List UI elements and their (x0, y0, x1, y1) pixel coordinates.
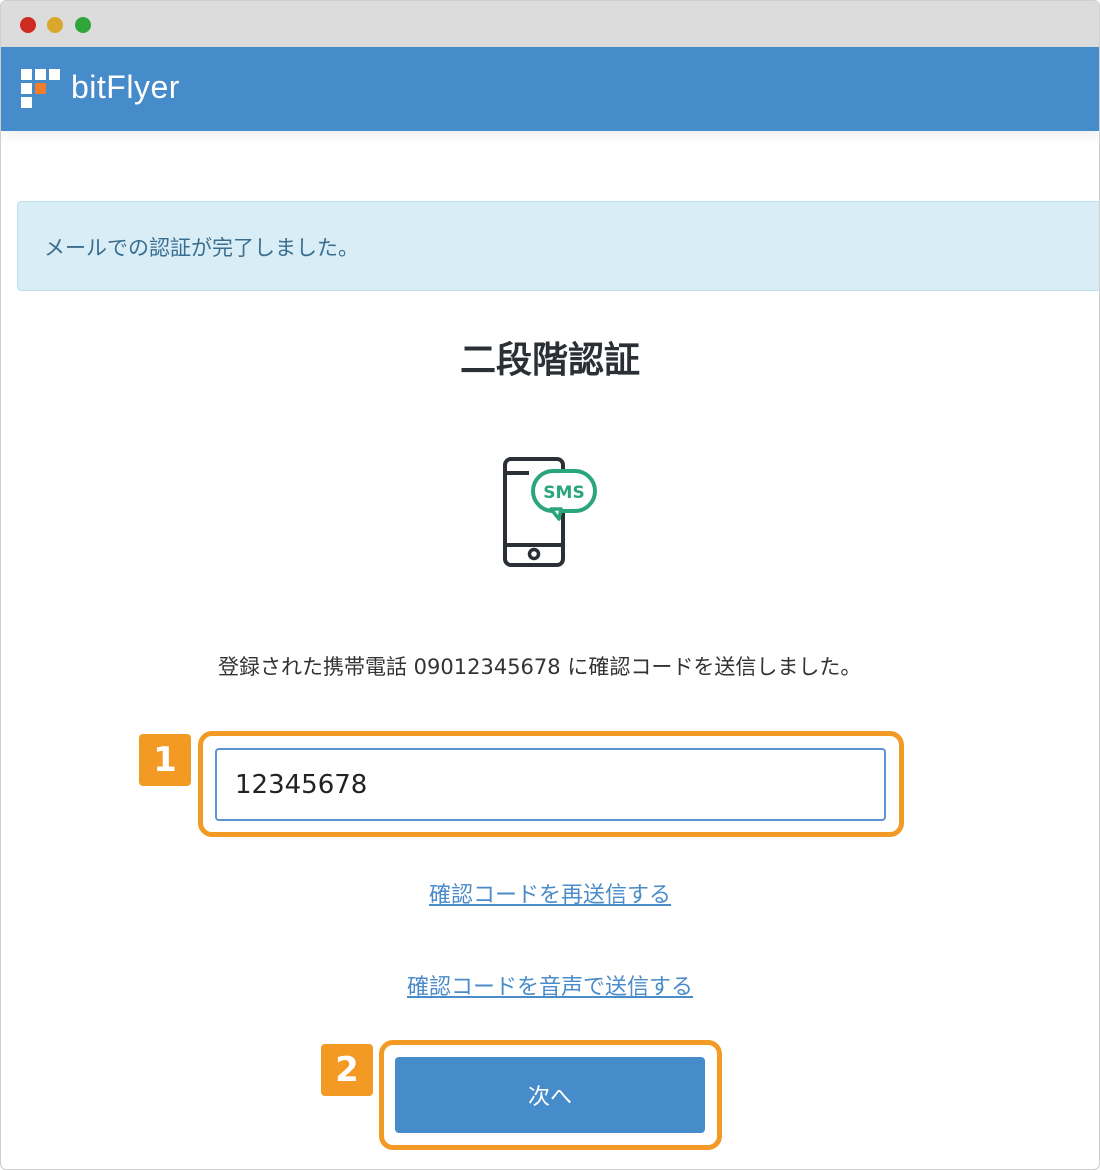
browser-window: bitFlyer メールでの認証が完了しました。 二段階認証 SMS 登録された… (0, 0, 1100, 1170)
sms-sent-message: 登録された携帯電話 09012345678 に確認コードを送信しました。 (218, 655, 862, 679)
minimize-window-button[interactable] (47, 17, 63, 33)
resend-code-link[interactable]: 確認コードを再送信する (1, 877, 1099, 909)
window-titlebar (1, 1, 1099, 47)
annotation-badge-2: 2 (321, 1044, 373, 1096)
site-header: bitFlyer (1, 47, 1099, 131)
sms-bubble-text: SMS (543, 483, 584, 503)
maximize-window-button[interactable] (75, 17, 91, 33)
smartphone-sms-icon: SMS (503, 457, 597, 567)
success-alert: メールでの認証が完了しました。 (17, 201, 1099, 291)
brand-name[interactable]: bitFlyer (71, 69, 180, 106)
verification-code-input[interactable] (215, 748, 886, 821)
alert-text: メールでの認証が完了しました。 (44, 236, 359, 260)
close-window-button[interactable] (20, 17, 36, 33)
next-button[interactable]: 次へ (395, 1057, 705, 1133)
bitflyer-logo-icon[interactable] (21, 69, 65, 113)
voice-code-link[interactable]: 確認コードを音声で送信する (1, 969, 1099, 1001)
page-title: 二段階認証 (459, 340, 640, 381)
annotation-badge-1: 1 (139, 734, 191, 786)
